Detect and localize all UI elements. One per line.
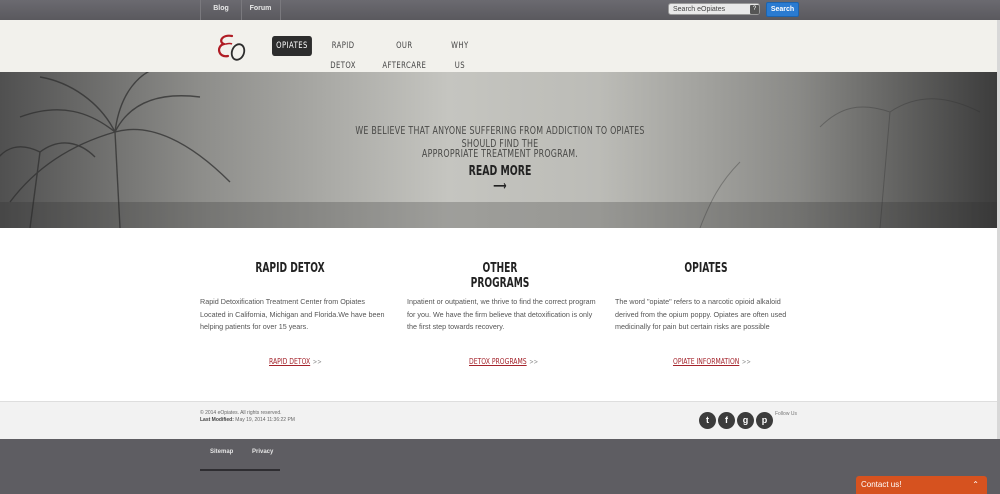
divider	[200, 469, 280, 471]
detox-programs-link-label[interactable]: DETOX PROGRAMS	[469, 357, 527, 366]
content-columns: RAPID DETOX Rapid Detoxification Treatme…	[0, 228, 997, 401]
arrow-icon: >>	[741, 358, 751, 366]
column-text-rapid-detox: Rapid Detoxification Treatment Center fr…	[200, 297, 385, 331]
chevron-up-icon[interactable]: ⌃	[972, 476, 979, 494]
last-modified-label: Last Modified:	[200, 417, 234, 423]
facebook-icon[interactable]: f	[718, 412, 735, 429]
nav-why-us[interactable]: WHY US	[445, 36, 475, 71]
footer: © 2014 eOpiates. All rights reserved. La…	[0, 401, 997, 440]
contact-us-button[interactable]: Contact us! ⌃	[856, 476, 987, 494]
nav-our-aftercare[interactable]: OUR AFTERCARE	[378, 36, 431, 71]
arrow-icon: >>	[529, 358, 539, 366]
detox-programs-link[interactable]: DETOX PROGRAMS >>	[469, 357, 538, 366]
column-text-opiates: The word "opiate" refers to a narcotic o…	[615, 297, 787, 331]
column-title-opiates: OPIATES	[684, 261, 728, 276]
rapid-detox-link[interactable]: RAPID DETOX >>	[269, 357, 322, 366]
nav-opiates[interactable]: OPIATES	[272, 36, 312, 56]
bottom-bar: Sitemap Privacy	[0, 439, 1000, 494]
blog-link[interactable]: Blog	[200, 0, 242, 20]
search-button[interactable]: Search	[766, 2, 799, 17]
google-plus-icon[interactable]: g	[737, 412, 754, 429]
privacy-link[interactable]: Privacy	[252, 449, 273, 455]
tumblr-icon[interactable]: t	[699, 412, 716, 429]
follow-us-label: Follow Us	[775, 411, 797, 417]
last-modified: Last Modified: May 19, 2014 11:36:22 PM	[200, 417, 295, 424]
hero-line-2: APPROPRIATE TREATMENT PROGRAM.	[421, 147, 579, 160]
top-bar: Blog Forum Search eOpiates ? Search	[0, 0, 1000, 20]
sitemap-link[interactable]: Sitemap	[210, 449, 233, 455]
opiate-information-link[interactable]: OPIATE INFORMATION >>	[673, 357, 751, 366]
copyright: © 2014 eOpiates. All rights reserved. La…	[200, 410, 295, 424]
arrow-icon: >>	[312, 358, 322, 366]
pinterest-icon[interactable]: p	[756, 412, 773, 429]
column-text-other-programs: Inpatient or outpatient, we thrive to fi…	[407, 297, 596, 331]
nav-rapid-detox[interactable]: RAPID DETOX	[321, 36, 365, 71]
search-help-icon[interactable]: ?	[750, 5, 759, 14]
last-modified-value: May 19, 2014 11:36:22 PM	[235, 417, 295, 423]
forum-link[interactable]: Forum	[241, 0, 281, 20]
column-title-other-programs: OTHER PROGRAMS	[470, 261, 530, 291]
column-title-rapid-detox: RAPID DETOX	[255, 261, 325, 276]
contact-us-label[interactable]: Contact us!	[861, 480, 901, 489]
copyright-text: © 2014 eOpiates. All rights reserved.	[200, 410, 282, 416]
eopiates-logo[interactable]	[212, 30, 248, 66]
hero-banner: WE BELIEVE THAT ANYONE SUFFERING FROM AD…	[0, 72, 997, 228]
search-input[interactable]: Search eOpiates	[668, 3, 760, 15]
main-nav: OPIATES RAPID DETOX OUR AFTERCARE WHY US	[0, 20, 1000, 73]
rapid-detox-link-label[interactable]: RAPID DETOX	[269, 357, 310, 366]
opiate-information-link-label[interactable]: OPIATE INFORMATION	[673, 357, 739, 366]
read-more-link[interactable]: READ MORE ⟶	[468, 164, 532, 194]
